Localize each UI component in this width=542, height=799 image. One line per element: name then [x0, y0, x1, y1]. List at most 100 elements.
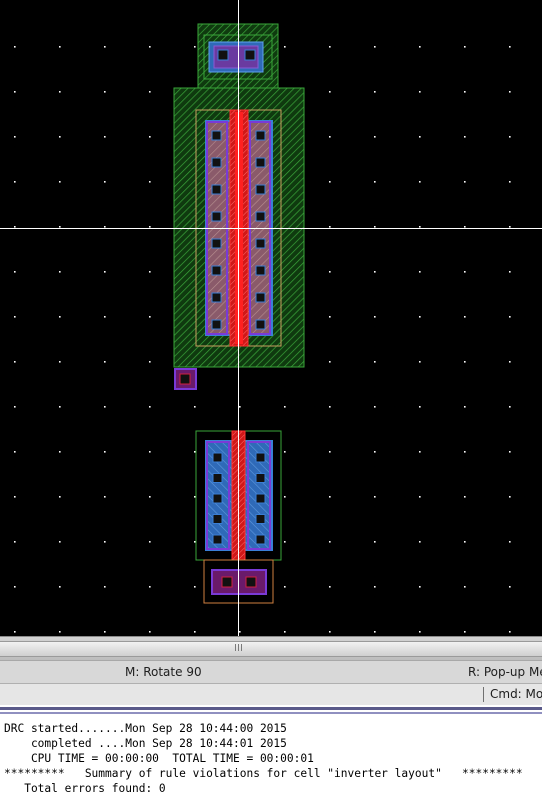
grid-dot — [104, 361, 106, 363]
grid-dot — [419, 631, 421, 633]
contact-cut — [212, 493, 223, 504]
grid-dot — [329, 361, 331, 363]
grid-dot — [329, 451, 331, 453]
log-line: CPU TIME = 00:00:00 TOTAL TIME = 00:00:0… — [4, 752, 314, 765]
grid-dot — [374, 271, 376, 273]
command-label: Cmd: Mo — [490, 687, 542, 701]
grid-dot — [149, 46, 151, 48]
contact-cut — [212, 452, 223, 463]
log-line: DRC started.......Mon Sep 28 10:44:00 20… — [4, 722, 287, 735]
middle-mouse-hint: M: Rotate 90 — [125, 665, 202, 679]
grid-dot — [14, 541, 16, 543]
grid-dot — [14, 316, 16, 318]
contact-cut — [255, 319, 266, 330]
grid-dot — [59, 271, 61, 273]
grid-dot — [329, 406, 331, 408]
contact-cut — [211, 319, 222, 330]
grid-dot — [419, 46, 421, 48]
grid-dot — [464, 406, 466, 408]
horizontal-scrollbar[interactable] — [0, 636, 542, 660]
grid-dot — [14, 451, 16, 453]
grid-dot — [374, 91, 376, 93]
grid-dot — [284, 406, 286, 408]
grid-dot — [464, 46, 466, 48]
grid-dot — [509, 496, 511, 498]
contact-cut — [211, 238, 222, 249]
grid-dot — [509, 316, 511, 318]
command-separator — [483, 687, 484, 702]
grid-dot — [14, 91, 16, 93]
grid-dot — [59, 316, 61, 318]
scrollbar-grip-icon[interactable] — [233, 642, 245, 652]
grid-dot — [329, 181, 331, 183]
grid-dot — [464, 586, 466, 588]
contact-cut — [211, 211, 222, 222]
grid-dot — [284, 496, 286, 498]
grid-dot — [104, 316, 106, 318]
poly-contact[interactable] — [174, 368, 197, 390]
grid-dot — [104, 406, 106, 408]
grid-dot — [374, 316, 376, 318]
grid-dot — [374, 181, 376, 183]
grid-dot — [104, 136, 106, 138]
grid-dot — [284, 451, 286, 453]
contact-cut — [255, 130, 266, 141]
grid-dot — [59, 181, 61, 183]
grid-dot — [59, 226, 61, 228]
grid-dot — [104, 631, 106, 633]
grid-dot — [464, 631, 466, 633]
drc-log-output: DRC started.......Mon Sep 28 10:44:00 20… — [0, 717, 542, 799]
grid-dot — [374, 226, 376, 228]
contact-cut — [211, 292, 222, 303]
grid-dot — [149, 316, 151, 318]
grid-dot — [149, 451, 151, 453]
grid-dot — [419, 406, 421, 408]
grid-dot — [419, 541, 421, 543]
grid-dot — [14, 631, 16, 633]
grid-dot — [509, 451, 511, 453]
grid-dot — [59, 361, 61, 363]
grid-dot — [149, 361, 151, 363]
grid-dot — [14, 406, 16, 408]
grid-dot — [464, 91, 466, 93]
grid-dot — [149, 496, 151, 498]
grid-dot — [329, 91, 331, 93]
grid-dot — [419, 496, 421, 498]
contact-cut — [255, 184, 266, 195]
contact-cut — [211, 157, 222, 168]
grid-dot — [104, 541, 106, 543]
grid-dot — [329, 316, 331, 318]
contact-cut — [255, 514, 266, 524]
grid-dot — [194, 496, 196, 498]
pane-divider[interactable] — [0, 705, 542, 717]
grid-dot — [149, 91, 151, 93]
grid-dot — [149, 136, 151, 138]
layout-canvas[interactable] — [0, 0, 542, 636]
grid-dot — [374, 631, 376, 633]
grid-dot — [374, 586, 376, 588]
contact-cut — [212, 473, 223, 483]
grid-dot — [104, 91, 106, 93]
grid-dot — [419, 136, 421, 138]
grid-dot — [509, 181, 511, 183]
grid-dot — [509, 361, 511, 363]
right-mouse-hint: R: Pop-up Me — [468, 665, 542, 679]
grid-dot — [464, 181, 466, 183]
grid-dot — [374, 541, 376, 543]
grid-dot — [104, 496, 106, 498]
grid-dot — [59, 586, 61, 588]
grid-dot — [419, 586, 421, 588]
grid-dot — [14, 586, 16, 588]
grid-dot — [149, 271, 151, 273]
grid-dot — [104, 181, 106, 183]
grid-dot — [149, 541, 151, 543]
scrollbar-track[interactable] — [0, 641, 542, 657]
contact-cut — [212, 514, 223, 524]
grid-dot — [149, 586, 151, 588]
grid-dot — [104, 586, 106, 588]
contact-cut — [255, 534, 266, 545]
grid-dot — [419, 316, 421, 318]
contact-cut — [211, 265, 222, 276]
grid-dot — [464, 496, 466, 498]
grid-dot — [149, 181, 151, 183]
